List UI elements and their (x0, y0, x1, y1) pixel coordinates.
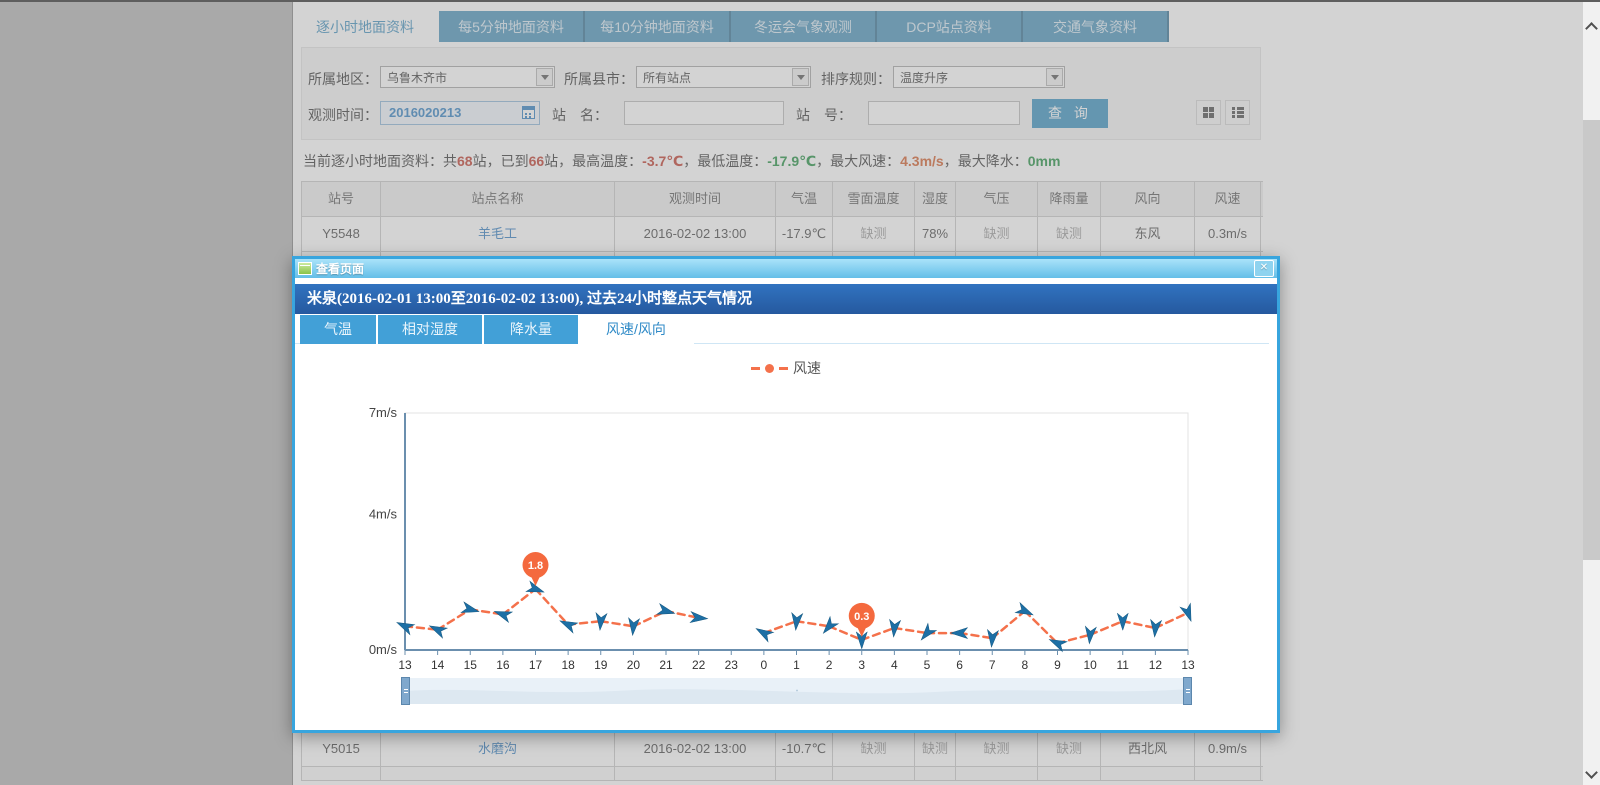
modal-title: 查看页面 (316, 260, 364, 277)
x-tick-label: 13 (398, 658, 412, 672)
wind-series-segment (503, 589, 536, 614)
wind-series-segment (1123, 621, 1156, 628)
x-tick-label: 22 (692, 658, 706, 672)
modal-tab-humidity[interactable]: 相对湿度 (378, 315, 484, 344)
x-tick-label: 15 (464, 658, 478, 672)
tab-label: 风速/风向 (606, 321, 666, 337)
modal-tab-temperature[interactable]: 气温 (300, 315, 378, 344)
x-tick-label: 17 (529, 658, 543, 672)
x-tick-label: 12 (1149, 658, 1163, 672)
tab-label: 相对湿度 (402, 321, 458, 337)
window-top-border (0, 0, 1600, 2)
x-tick-label: 16 (496, 658, 510, 672)
wind-direction-arrow-icon[interactable] (1015, 603, 1035, 620)
wind-series-segment (797, 621, 830, 626)
modal-header-band: 米泉(2016-02-01 13:00至2016-02-02 13:00), 过… (295, 284, 1277, 314)
legend-dash-icon (779, 367, 788, 370)
x-tick-label: 21 (659, 658, 673, 672)
wind-direction-arrow-icon[interactable] (819, 617, 838, 637)
wind-direction-arrow-icon[interactable] (558, 616, 578, 633)
legend-dash-icon (751, 367, 760, 370)
x-tick-label: 6 (956, 658, 963, 672)
x-tick-label: 2 (826, 658, 833, 672)
x-tick-label: 23 (725, 658, 739, 672)
x-tick-label: 8 (1022, 658, 1029, 672)
x-tick-label: 4 (891, 658, 898, 672)
wind-series-segment (894, 628, 927, 633)
y-tick-label: 7m/s (369, 405, 398, 420)
x-tick-label: 18 (561, 658, 575, 672)
scrollbar-thumb[interactable] (1583, 120, 1600, 560)
modal-titlebar[interactable]: 查看页面 ✕ (295, 259, 1277, 278)
chart-legend[interactable]: 风速 (295, 358, 1277, 378)
wind-series-segment (1155, 613, 1188, 628)
data-point-label: 1.8 (528, 560, 543, 572)
browser-scrollbar[interactable] (1583, 2, 1600, 785)
wind-direction-arrow-icon[interactable] (657, 604, 676, 619)
x-tick-label: 9 (1054, 658, 1061, 672)
scrollbar-up-icon[interactable] (1585, 22, 1598, 35)
y-tick-label: 4m/s (369, 507, 398, 522)
wind-speed-chart[interactable]: 0m/s4m/s7m/s1314151617181920212223012345… (295, 389, 1277, 674)
x-tick-label: 0 (761, 658, 768, 672)
wind-series-segment (536, 589, 569, 625)
close-icon[interactable]: ✕ (1254, 260, 1274, 277)
window-icon (298, 262, 312, 275)
modal-tab-wind[interactable]: 风速/风向 (580, 315, 694, 344)
x-tick-label: 20 (627, 658, 641, 672)
wind-direction-arrow-icon[interactable] (753, 624, 773, 642)
modal-tab-bar: 气温 相对湿度 降水量 风速/风向 (300, 315, 694, 344)
legend-dot-icon (765, 364, 774, 373)
legend-label: 风速 (793, 358, 821, 378)
scrollbar-down-icon[interactable] (1585, 766, 1598, 779)
station-detail-modal: 查看页面 ✕ 米泉(2016-02-01 13:00至2016-02-02 13… (292, 256, 1280, 733)
modal-tab-precipitation[interactable]: 降水量 (484, 315, 580, 344)
y-tick-label: 0m/s (369, 642, 398, 657)
x-tick-label: 3 (858, 658, 865, 672)
x-tick-label: 5 (924, 658, 931, 672)
wind-series-segment (1025, 611, 1058, 643)
tab-label: 降水量 (510, 321, 552, 337)
x-tick-label: 14 (431, 658, 445, 672)
x-tick-label: 19 (594, 658, 608, 672)
datazoom-left-handle[interactable] (401, 677, 410, 705)
x-tick-label: 10 (1083, 658, 1097, 672)
x-tick-label: 13 (1181, 658, 1195, 672)
tab-label: 气温 (324, 321, 352, 337)
datazoom-grip-dots (790, 689, 804, 692)
data-point-label: 0.3 (854, 611, 869, 623)
datazoom-right-handle[interactable] (1183, 677, 1192, 705)
x-tick-label: 11 (1117, 658, 1130, 672)
x-tick-label: 7 (989, 658, 996, 672)
wind-series-segment (601, 621, 634, 626)
chart-datazoom-slider[interactable] (405, 678, 1188, 704)
x-tick-label: 1 (793, 658, 800, 672)
plot-frame (405, 413, 1188, 650)
wind-direction-arrow-icon[interactable] (1149, 620, 1161, 638)
